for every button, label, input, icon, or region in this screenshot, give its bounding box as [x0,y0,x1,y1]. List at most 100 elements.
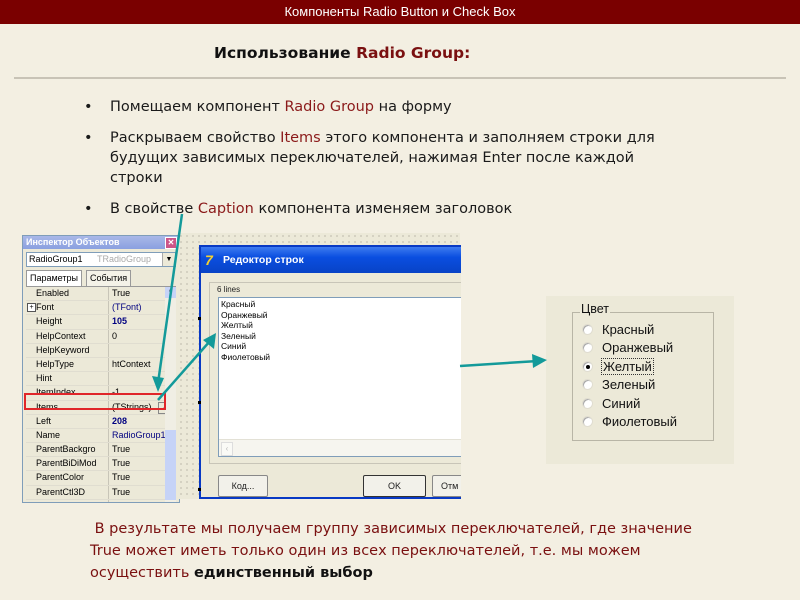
property-name: Height [26,315,109,329]
radio-option[interactable]: Фиолетовый [582,413,677,432]
property-row[interactable]: HelpType htContext [26,357,176,373]
property-row[interactable]: Name RadioGroup1 [26,428,176,444]
object-selector[interactable]: RadioGroup1 TRadioGroup ▼ [26,252,176,267]
property-name: + Font [26,301,109,315]
code-button[interactable]: Код... [218,475,268,497]
property-row[interactable]: ParentFont True [26,499,176,502]
property-name-text: Left [36,415,52,426]
property-name-text: Hint [36,373,53,384]
heading-accent: Radio Group: [356,44,471,62]
scroll-thumb[interactable] [165,430,176,500]
radio-option[interactable]: Красный [582,320,677,339]
radio-unchecked-icon[interactable] [582,379,593,391]
tab-events[interactable]: События [86,270,132,286]
memo-line: Синий [221,341,247,352]
bullet-list: • Помещаем компонент Radio Group на форму… [80,97,680,230]
radio-option[interactable]: Оранжевый [582,339,677,358]
selection-handle[interactable] [198,401,201,404]
slide-header: Компоненты Radio Button и Check Box [0,0,800,24]
property-row[interactable]: Left 208 [26,414,176,429]
result-paragraph: В результате мы получаем группу зависимы… [90,518,710,584]
ok-button[interactable]: OK [363,475,426,497]
heading-text: Использование [214,44,357,62]
radio-unchecked-icon[interactable] [582,323,593,335]
property-name-text: ParentCtl3D [36,486,86,497]
radio-label: Фиолетовый [602,414,678,430]
property-value-text: 0 [112,330,118,341]
property-name: HelpKeyword [26,343,109,357]
arrowhead-result [532,354,547,368]
tab-properties[interactable]: Параметры [26,270,82,286]
bullet-accent-text: Caption [197,201,254,217]
cancel-button[interactable]: Отм [432,475,461,497]
radio-checked-icon[interactable] [582,360,593,372]
property-value-text: True [112,288,131,298]
property-row[interactable]: HelpKeyword [26,343,176,358]
radio-option[interactable]: Синий [582,394,677,413]
string-list-editor-dialog: 7 Редоктор строк 6 lines Красный Оранжевы… [199,245,461,499]
slide-header-title: Компоненты Radio Button и Check Box [284,4,516,19]
bullet-text: Помещаем компонент [110,99,285,115]
property-row[interactable]: ParentBiDiMod True [26,457,176,472]
scroll-left-icon[interactable]: ‹ [221,442,233,456]
bullet-icon: • [84,99,93,115]
dialog-title-bar: 7 Редоктор строк [201,247,461,273]
chevron-down-icon[interactable]: ▼ [162,253,175,266]
expand-icon[interactable]: + [27,303,36,313]
radio-group-caption: Цвет [580,302,611,316]
radio-option[interactable]: Желтый [582,357,677,376]
radio-group-items: Красный Оранжевый Желтый Зеленый Синий Фиолет… [582,320,677,431]
property-value-text: RadioGroup1 [112,429,166,440]
property-value-text: True [112,486,131,497]
property-name-text: Font [36,302,55,313]
property-name: Left [26,414,109,428]
items-property-highlight [24,393,166,410]
radio-option[interactable]: Зеленый [582,376,677,395]
property-row[interactable]: Hint [26,372,176,387]
property-value-text: True [112,444,131,455]
close-icon[interactable]: ✕ [165,237,177,249]
radio-unchecked-icon[interactable] [582,397,593,409]
bullet-text: В свойстве [110,201,198,217]
selection-handle[interactable] [198,488,201,491]
result-text: В результате мы получаем группу зависимы… [90,521,692,581]
property-row[interactable]: Enabled True [26,287,176,302]
selection-handle[interactable] [198,317,201,320]
property-row[interactable]: ParentBackgro True [26,443,176,458]
bullet-icon: • [84,201,93,217]
property-value-text: True [112,501,130,502]
property-value-text: (TFont) [112,302,142,313]
bullet-item: • Помещаем компонент Radio Group на форму [80,97,680,117]
property-name: ParentBackgro [26,443,109,457]
radio-label: Оранжевый [602,340,674,356]
property-row[interactable]: ParentColor True [26,471,176,486]
memo-horizontal-scrollbar[interactable]: ‹ [219,439,461,456]
bullet-item: • В свойстве Caption компонента изменяем … [80,199,680,219]
property-row[interactable]: ParentCtl3D True [26,485,176,500]
property-value-text: 208 [112,415,128,426]
radio-unchecked-icon[interactable] [582,342,593,354]
property-name: ParentColor [26,471,109,485]
property-row[interactable]: Height 105 [26,315,176,330]
property-name: HelpContext [26,329,109,343]
scroll-up-icon[interactable]: ^ [165,287,176,298]
inspector-tabs: Параметры События [26,270,176,286]
property-name: Enabled [26,287,109,301]
property-row[interactable]: HelpContext 0 [26,329,176,344]
radio-label: Зеленый [602,377,656,393]
radio-unchecked-icon[interactable] [582,416,593,428]
radio-label: Желтый [601,357,654,375]
result-bold: единственный выбор [194,565,373,581]
memo-line: Оранжевый [221,309,268,320]
inspector-title-bar: Инспектор Объектов ✕ [23,236,179,249]
property-name: ParentBiDiMod [26,457,109,471]
property-name-text: HelpContext [36,330,86,341]
memo-line: Красный [221,299,256,309]
property-scrollbar[interactable]: ^ [165,287,176,502]
bullet-accent-text: Radio Group [284,99,375,115]
property-name-text: Enabled [36,288,70,298]
memo-line: Фиолетовый [221,351,271,362]
slide-heading: Использование Radio Group: [214,44,470,62]
property-row[interactable]: + Font (TFont) [26,301,176,316]
strings-memo[interactable]: Красный Оранжевый Желтый Зеленый Синий Фиолет… [218,297,461,457]
